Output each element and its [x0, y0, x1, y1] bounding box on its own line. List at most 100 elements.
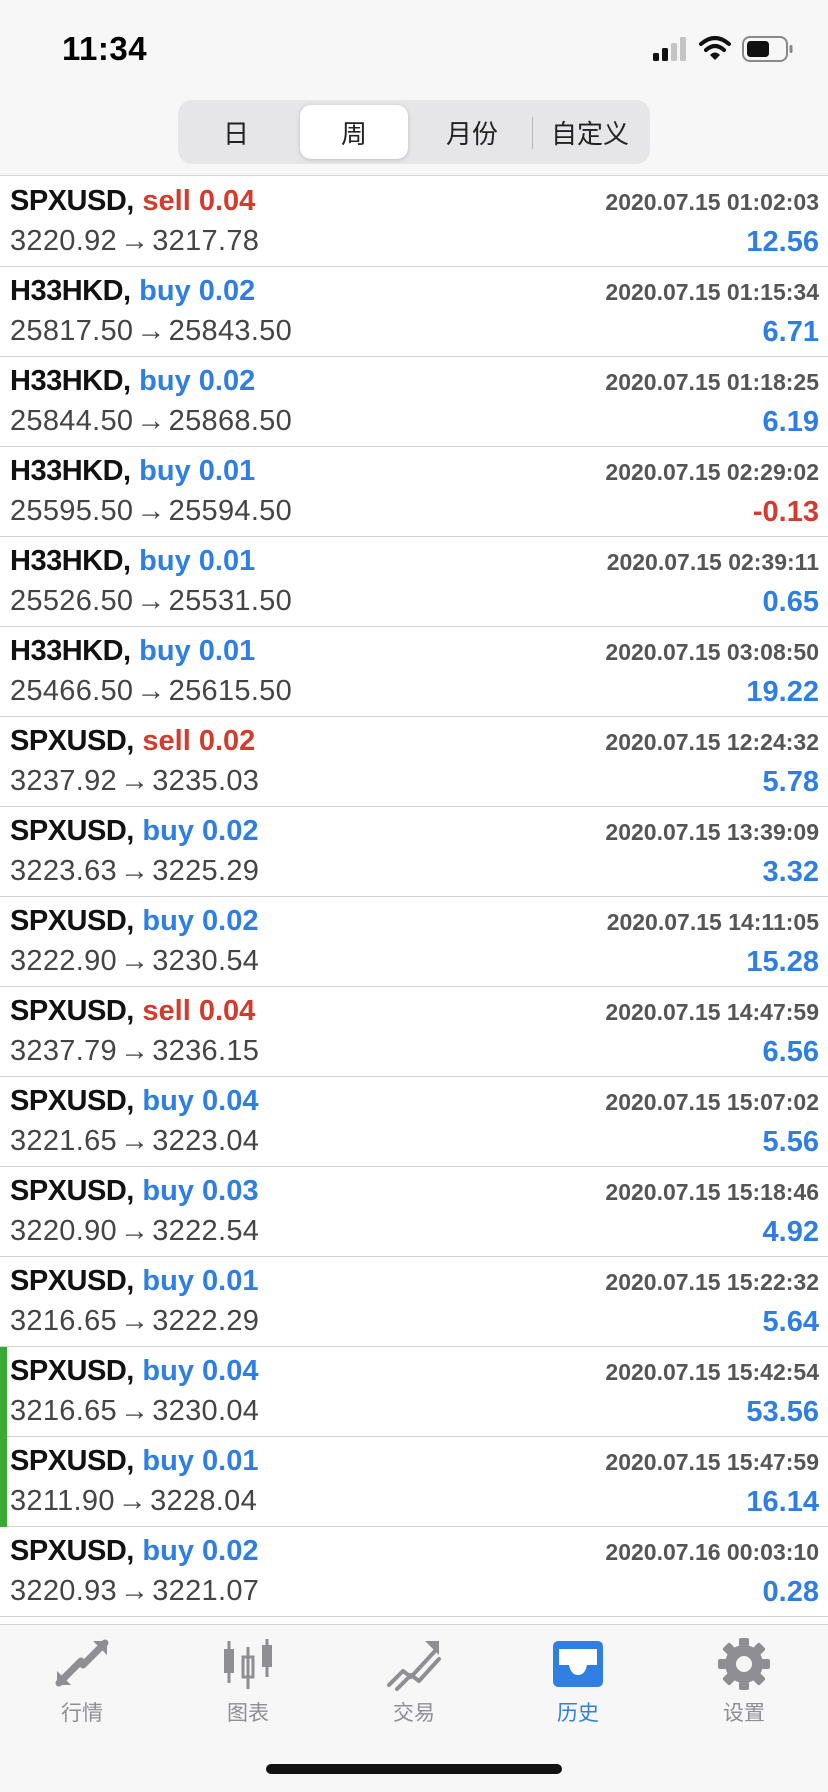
settings-gear-icon	[718, 1638, 770, 1690]
deal-row[interactable]: H33HKD, buy 0.01 2020.07.15 02:39:11 25526…	[0, 537, 828, 627]
deal-prices: 25844.50 → 25868.50	[10, 405, 292, 438]
deal-side-space	[191, 545, 199, 577]
deal-side: buy	[142, 905, 194, 937]
deal-side-space	[194, 815, 202, 847]
tab-charts[interactable]: 图表	[188, 1637, 308, 1727]
deal-close-price: 25843.50	[168, 315, 293, 347]
deal-prices: 3220.93 → 3221.07	[10, 1575, 259, 1608]
deal-time: 2020.07.16 00:03:10	[605, 1539, 819, 1565]
deal-list-content: SPXUSD, buy 0.022020.07.15 00:59:473220.…	[0, 177, 828, 1617]
deal-close-price: 3222.54	[152, 1215, 260, 1247]
deal-title: SPXUSD, buy 0.03	[10, 1175, 258, 1208]
deal-separator: ,	[126, 185, 143, 217]
deal-volume: 0.04	[198, 995, 256, 1027]
battery-icon	[742, 36, 793, 62]
deal-row[interactable]: SPXUSD, buy 0.02 2020.07.15 13:39:09 3223.…	[0, 807, 828, 897]
deal-side-space	[191, 365, 199, 397]
deal-profit: 12.56	[746, 226, 819, 258]
deal-symbol: SPXUSD	[10, 725, 127, 757]
tab-settings[interactable]: 设置	[684, 1637, 804, 1727]
deal-prices: 3220.92 → 3217.78	[10, 225, 259, 258]
deal-row[interactable]: SPXUSD, buy 0.02 2020.07.16 00:03:10 3220.…	[0, 1527, 828, 1617]
deal-side: buy	[139, 275, 191, 307]
deal-symbol: SPXUSD	[10, 1085, 127, 1117]
deal-row[interactable]: SPXUSD, sell 0.02 2020.07.15 12:24:32 3237…	[0, 717, 828, 807]
deal-row[interactable]: H33HKD, buy 0.02 2020.07.15 01:15:34 25817…	[0, 267, 828, 357]
deal-close-price: 3217.78	[152, 225, 260, 257]
deal-title: SPXUSD, sell 0.04	[10, 995, 255, 1028]
deal-close-price: 25868.50	[168, 405, 293, 437]
deal-profit: 6.71	[762, 316, 819, 348]
deal-open-price: 25817.50	[10, 315, 134, 347]
right-arrow-icon: →	[136, 315, 166, 347]
deal-side: buy	[142, 1445, 194, 1477]
deal-time: 2020.07.15 01:15:34	[605, 279, 819, 305]
deal-close-price: 3228.04	[150, 1485, 258, 1517]
right-arrow-icon: →	[119, 1215, 150, 1247]
deal-time: 2020.07.15 15:07:02	[605, 1089, 819, 1115]
deal-title: SPXUSD, buy 0.02	[10, 815, 258, 848]
deal-prices: 3220.90 → 3222.54	[10, 1215, 259, 1248]
deal-volume: 0.01	[202, 1265, 259, 1297]
period-tab-custom[interactable]: 自定义	[536, 105, 644, 159]
deal-symbol: SPXUSD	[10, 1355, 127, 1387]
deal-symbol: SPXUSD	[10, 1445, 127, 1477]
deal-side: sell	[142, 725, 191, 757]
deal-separator: ,	[126, 815, 143, 847]
tab-trade[interactable]: 交易	[354, 1637, 474, 1727]
deal-row[interactable]: SPXUSD, buy 0.04 2020.07.15 15:42:54 3216.…	[0, 1347, 828, 1437]
deal-open-price: 25466.50	[10, 675, 134, 707]
deal-row[interactable]: H33HKD, buy 0.02 2020.07.15 01:18:25 25844…	[0, 357, 828, 447]
deal-row[interactable]: SPXUSD, sell 0.04 2020.07.15 14:47:59 3237…	[0, 987, 828, 1077]
deal-row[interactable]: H33HKD, buy 0.01 2020.07.15 02:29:02 25595…	[0, 447, 828, 537]
period-tab-week[interactable]: 周	[300, 105, 408, 159]
tab-charts-label: 图表	[227, 1701, 269, 1725]
deal-profit: 5.78	[762, 766, 819, 798]
deal-separator: ,	[126, 1445, 143, 1477]
deal-row[interactable]: SPXUSD, buy 0.02 2020.07.15 14:11:05 3222.…	[0, 897, 828, 987]
deal-profit: 3.32	[762, 856, 819, 888]
deal-row[interactable]: SPXUSD, buy 0.01 2020.07.15 15:47:59 3211.…	[0, 1437, 828, 1527]
deal-separator: ,	[126, 995, 143, 1027]
tab-history[interactable]: 历史	[518, 1637, 638, 1727]
deal-time: 2020.07.15 14:47:59	[605, 999, 819, 1025]
deal-side: sell	[142, 995, 191, 1027]
deal-side-space	[191, 455, 199, 487]
deal-row[interactable]: H33HKD, buy 0.01 2020.07.15 03:08:50 25466…	[0, 627, 828, 717]
deal-symbol: H33HKD	[10, 275, 124, 307]
deal-symbol: SPXUSD	[10, 185, 127, 217]
deal-prices: 3223.63 → 3225.29	[10, 855, 259, 888]
deal-symbol: SPXUSD	[10, 995, 127, 1027]
deal-side: buy	[139, 545, 191, 577]
period-tab-day[interactable]: 日	[182, 105, 290, 159]
deal-side-space	[194, 1445, 202, 1477]
deal-volume: 0.02	[202, 905, 259, 937]
deal-history-list[interactable]: SPXUSD, buy 0.022020.07.15 00:59:473220.…	[0, 177, 828, 1624]
deal-close-price: 3230.54	[152, 945, 260, 977]
deal-close-price: 3236.15	[152, 1035, 260, 1067]
deal-side-space	[191, 995, 199, 1027]
deal-side-space	[191, 185, 199, 217]
deal-profit: 53.56	[746, 1396, 819, 1428]
deal-symbol: H33HKD	[10, 635, 124, 667]
deal-separator: ,	[126, 1085, 143, 1117]
deal-title: SPXUSD, buy 0.01	[10, 1445, 258, 1478]
deal-symbol: SPXUSD	[10, 1265, 127, 1297]
deal-row[interactable]: SPXUSD, buy 0.04 2020.07.15 15:07:02 3221.…	[0, 1077, 828, 1167]
deal-row[interactable]: SPXUSD, buy 0.01 2020.07.15 15:22:32 3216.…	[0, 1257, 828, 1347]
deal-volume: 0.02	[198, 365, 256, 397]
deal-profit: 5.64	[762, 1306, 819, 1338]
right-arrow-icon: →	[119, 1125, 150, 1157]
right-arrow-icon: →	[136, 675, 166, 707]
deal-side: buy	[142, 1355, 194, 1387]
deal-row[interactable]: SPXUSD, buy 0.03 2020.07.15 15:18:46 3220.…	[0, 1167, 828, 1257]
deal-open-price: 25526.50	[10, 585, 134, 617]
tab-quotes[interactable]: 行情	[22, 1637, 142, 1727]
period-tab-month[interactable]: 月份	[418, 105, 526, 159]
deal-separator: ,	[123, 635, 140, 667]
deal-close-price: 25615.50	[168, 675, 293, 707]
deal-symbol: SPXUSD	[10, 815, 127, 847]
deal-title: SPXUSD, buy 0.04	[10, 1355, 258, 1388]
deal-separator: ,	[126, 725, 143, 757]
deal-row[interactable]: SPXUSD, sell 0.04 2020.07.15 01:02:03 3220…	[0, 177, 828, 267]
